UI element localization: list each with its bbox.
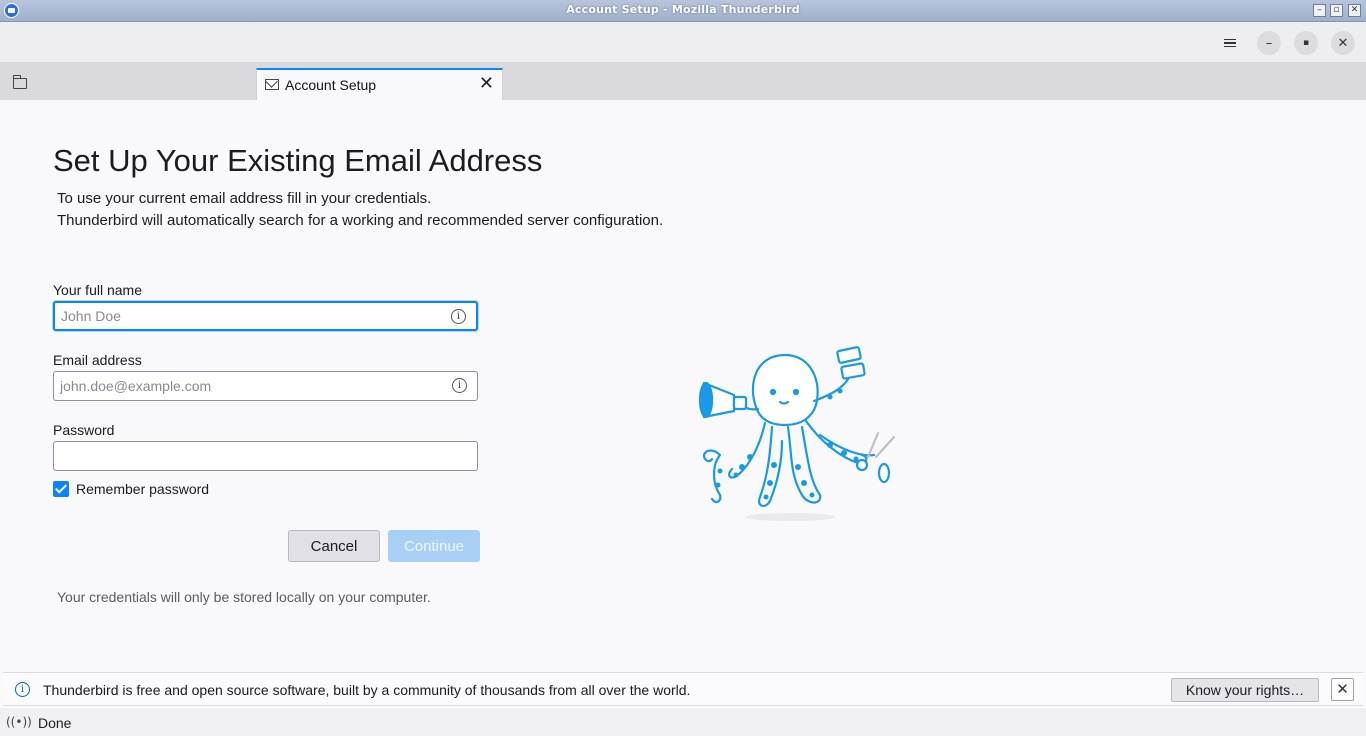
window-close-button[interactable]: ✕ — [1348, 4, 1361, 17]
window-titlebar: Account Setup - Mozilla Thunderbird – ▫ … — [0, 0, 1366, 22]
restore-button[interactable]: ▪ — [1294, 31, 1318, 55]
page-title: Set Up Your Existing Email Address — [53, 143, 543, 178]
password-label: Password — [53, 422, 115, 438]
folder-icon — [12, 75, 27, 89]
password-input[interactable] — [60, 442, 440, 470]
main-toolbar: – ▪ ✕ — [0, 22, 1366, 63]
password-field[interactable] — [53, 441, 478, 471]
full-name-label: Your full name — [53, 282, 142, 298]
info-icon[interactable]: i — [451, 309, 466, 324]
notification-close-icon[interactable]: ✕ — [1331, 678, 1354, 701]
email-input[interactable] — [60, 372, 440, 400]
status-bar: ((•)) Done — [0, 708, 1366, 736]
octopus-illustration — [698, 346, 896, 521]
notification-text: Thunderbird is free and open source soft… — [43, 682, 691, 698]
cancel-button[interactable]: Cancel — [288, 530, 380, 562]
credentials-note: Your credentials will only be stored loc… — [57, 589, 431, 605]
close-button[interactable]: ✕ — [1331, 31, 1355, 55]
tab-account-setup[interactable]: Account Setup ✕ — [256, 68, 503, 100]
notification-bar: i Thunderbird is free and open source so… — [3, 672, 1363, 706]
info-icon: i — [15, 682, 30, 697]
tab-mail-folders[interactable] — [0, 68, 254, 100]
tab-bar: Account Setup ✕ — [0, 63, 1366, 100]
minimize-button[interactable]: – — [1257, 31, 1281, 55]
know-your-rights-button[interactable]: Know your rights… — [1171, 678, 1319, 702]
full-name-input[interactable] — [61, 303, 441, 329]
hamburger-menu-icon[interactable] — [1218, 31, 1242, 55]
window-minimize-button[interactable]: – — [1313, 4, 1326, 17]
window-maximize-button[interactable]: ▫ — [1330, 4, 1343, 17]
tab-label: Account Setup — [285, 77, 377, 93]
mail-setup-icon — [265, 79, 279, 90]
window-title: Account Setup - Mozilla Thunderbird — [566, 3, 800, 16]
intro-line-1: To use your current email address fill i… — [57, 190, 432, 207]
email-field[interactable]: i — [53, 371, 478, 401]
status-text: Done — [38, 715, 72, 731]
continue-button[interactable]: Continue — [388, 530, 480, 562]
intro-text: To use your current email address fill i… — [57, 188, 663, 232]
account-setup-page: Set Up Your Existing Email Address To us… — [0, 100, 1366, 672]
tab-close-icon[interactable]: ✕ — [479, 73, 494, 94]
remember-password-checkbox[interactable] — [53, 481, 69, 497]
online-status-icon[interactable]: ((•)) — [6, 715, 32, 729]
email-label: Email address — [53, 352, 142, 368]
full-name-field[interactable]: i — [53, 301, 478, 331]
intro-line-2: Thunderbird will automatically search fo… — [57, 212, 664, 229]
remember-password-label[interactable]: Remember password — [76, 481, 209, 497]
info-icon[interactable]: i — [452, 378, 467, 393]
